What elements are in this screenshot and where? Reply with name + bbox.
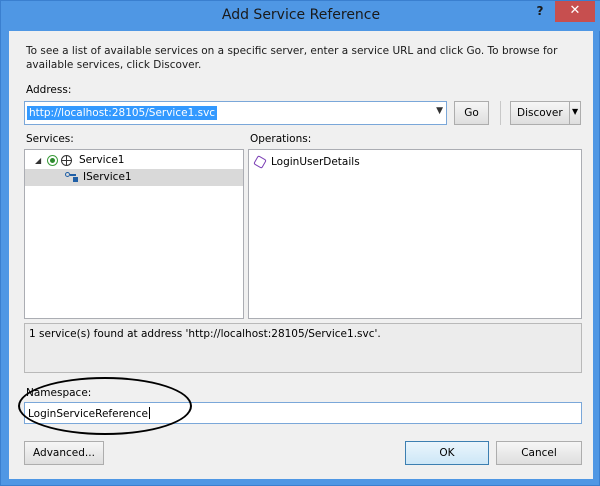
help-button[interactable]: ? bbox=[527, 1, 553, 21]
globe-icon bbox=[61, 155, 72, 166]
operations-label: Operations: bbox=[250, 133, 312, 145]
service-status-icon bbox=[47, 155, 58, 166]
tree-item-iservice1[interactable]: IService1 bbox=[25, 169, 243, 186]
go-button[interactable]: Go bbox=[454, 101, 489, 125]
services-label: Services: bbox=[26, 133, 74, 145]
close-button[interactable]: ✕ bbox=[555, 1, 595, 22]
namespace-label: Namespace: bbox=[26, 387, 92, 399]
dialog-body: To see a list of available services on a… bbox=[9, 31, 593, 479]
operation-label: LoginUserDetails bbox=[271, 156, 360, 168]
split-divider bbox=[569, 102, 570, 124]
tree-item-label: Service1 bbox=[79, 154, 125, 166]
status-box: 1 service(s) found at address 'http://lo… bbox=[24, 323, 582, 373]
address-label: Address: bbox=[26, 84, 72, 96]
toolbar-divider bbox=[500, 101, 501, 125]
discover-button-label: Discover bbox=[517, 107, 563, 119]
discover-button[interactable]: Discover ▼ bbox=[510, 101, 581, 125]
chevron-down-icon[interactable]: ▼ bbox=[436, 106, 443, 116]
tree-item-service1[interactable]: ◢ Service1 bbox=[25, 152, 243, 169]
address-value[interactable]: http://localhost:28105/Service1.svc bbox=[27, 106, 218, 120]
interface-icon bbox=[65, 171, 78, 183]
address-combobox[interactable]: http://localhost:28105/Service1.svc ▼ bbox=[24, 101, 447, 125]
ok-button[interactable]: OK bbox=[405, 441, 489, 465]
dialog-window: Add Service Reference ? ✕ To see a list … bbox=[0, 0, 600, 486]
status-text: 1 service(s) found at address 'http://lo… bbox=[29, 328, 381, 340]
namespace-input[interactable]: LoginServiceReference bbox=[24, 402, 582, 424]
method-icon bbox=[253, 155, 267, 169]
advanced-button[interactable]: Advanced... bbox=[24, 441, 104, 465]
cancel-button[interactable]: Cancel bbox=[496, 441, 582, 465]
operations-list[interactable]: LoginUserDetails bbox=[248, 149, 582, 319]
dialog-title: Add Service Reference bbox=[221, 7, 381, 23]
dropdown-arrow-icon[interactable]: ▼ bbox=[572, 107, 578, 116]
instructions-text: To see a list of available services on a… bbox=[26, 45, 558, 71]
title-bar[interactable]: Add Service Reference ? ✕ bbox=[1, 1, 600, 31]
services-tree[interactable]: ◢ Service1 IService1 bbox=[24, 149, 244, 319]
text-caret bbox=[149, 407, 151, 419]
tree-item-label: IService1 bbox=[83, 171, 132, 183]
namespace-value: LoginServiceReference bbox=[28, 407, 151, 420]
expander-icon[interactable]: ◢ bbox=[35, 152, 41, 169]
